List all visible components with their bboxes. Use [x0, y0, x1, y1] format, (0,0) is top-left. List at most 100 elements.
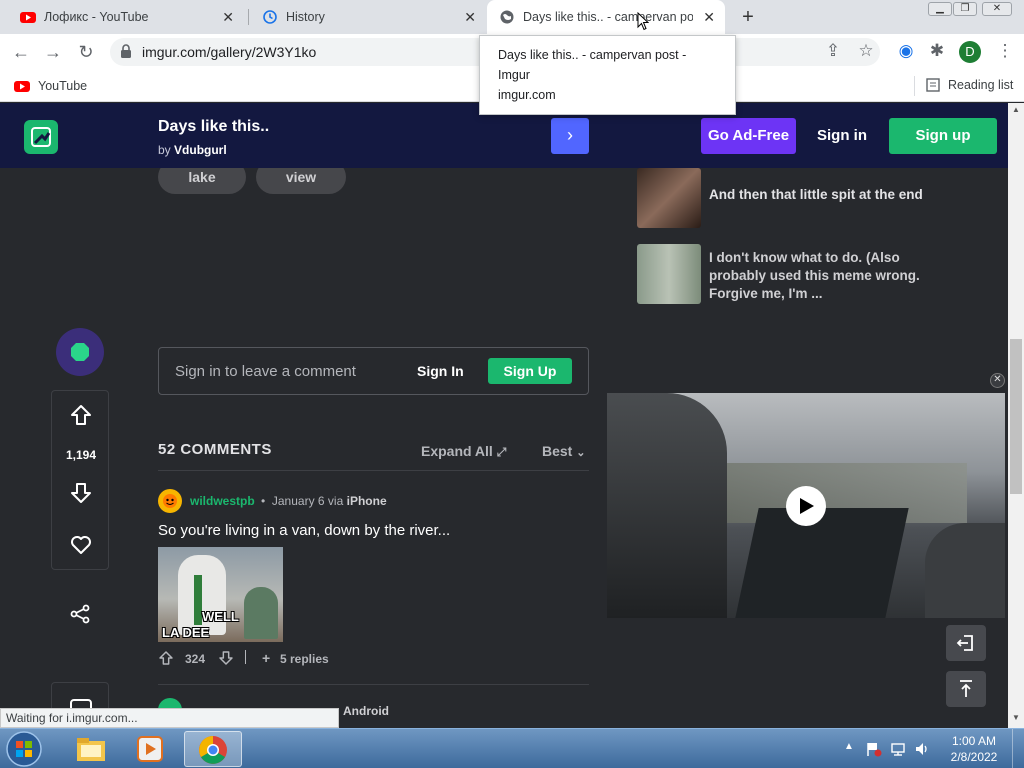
post-author[interactable]: Vdubgurl	[174, 143, 227, 157]
taskbar-media-player[interactable]	[122, 731, 180, 767]
tab-separator	[248, 9, 249, 25]
next-post-button[interactable]: ›	[551, 118, 589, 154]
tab-youtube[interactable]: Лофикс - YouTube ✕	[8, 0, 244, 34]
favorite-heart-icon[interactable]	[69, 533, 93, 557]
back-icon[interactable]: ←	[10, 41, 32, 63]
downvote-icon[interactable]	[218, 650, 234, 666]
comments-count: 52 COMMENTS	[158, 441, 272, 458]
comment-placeholder[interactable]: Sign in to leave a comment	[175, 363, 356, 380]
scroll-up-icon[interactable]: ▲	[1012, 105, 1020, 114]
close-tab-icon[interactable]: ✕	[703, 9, 715, 26]
taskbar-file-explorer[interactable]	[62, 731, 120, 767]
tab-history[interactable]: History ✕	[250, 0, 486, 34]
downvote-icon[interactable]	[69, 481, 93, 505]
volume-icon[interactable]	[914, 741, 930, 757]
go-ad-free-button[interactable]: Go Ad-Free	[701, 118, 796, 154]
upvote-icon[interactable]	[69, 403, 93, 427]
related-post[interactable]: And then that little spit at the end	[637, 168, 977, 228]
upvote-icon[interactable]	[158, 650, 174, 666]
share-icon[interactable]	[68, 602, 92, 626]
bookmark-youtube[interactable]: YouTube	[14, 78, 87, 94]
tab-strip: Лофикс - YouTube ✕ History ✕ Days like t…	[0, 0, 1024, 34]
tag-lake[interactable]: lake	[158, 168, 246, 194]
windows-taskbar: ▲ 1:00 AM 2/8/2022	[0, 728, 1024, 768]
replies-link[interactable]: 5 replies	[280, 652, 329, 666]
maximize-button[interactable]: ❐	[953, 2, 977, 16]
comment-platform: Android	[343, 704, 389, 718]
comment-username[interactable]: wildwestpb	[190, 494, 255, 508]
close-window-button[interactable]: ✕	[982, 2, 1012, 16]
divider	[158, 470, 589, 471]
close-video-icon[interactable]: ✕	[990, 373, 1005, 388]
lock-icon	[121, 44, 131, 58]
post-author-line: by Vdubgurl	[158, 143, 227, 157]
clock-date: 2/8/2022	[950, 750, 998, 764]
reading-list-button[interactable]: Reading list	[926, 78, 1013, 92]
page-scrollbar[interactable]: ▲ ▼	[1008, 103, 1024, 728]
media-player-icon	[137, 736, 163, 762]
action-center-flag-icon[interactable]	[866, 741, 882, 757]
extensions-puzzle-icon[interactable]: ✱	[926, 41, 948, 61]
comment-upvote-count: 324	[185, 652, 206, 666]
sign-up-button[interactable]: Sign up	[889, 118, 997, 154]
profile-avatar[interactable]: D	[959, 41, 981, 63]
expand-replies-icon[interactable]: +	[262, 650, 270, 666]
extension-icon[interactable]: ◉	[895, 41, 917, 61]
sort-label: Best	[542, 443, 573, 459]
scroll-thumb[interactable]	[1010, 339, 1022, 494]
divider	[158, 684, 589, 685]
tooltip-domain: imgur.com	[498, 88, 556, 102]
comment-box: Sign in to leave a comment Sign In Sign …	[158, 347, 589, 395]
vote-count: 1,194	[65, 448, 97, 462]
minimize-button[interactable]: ▁	[928, 2, 952, 16]
close-tab-icon[interactable]: ✕	[222, 9, 234, 26]
history-icon	[263, 10, 277, 24]
start-button[interactable]	[4, 730, 44, 768]
comment-sign-up-button[interactable]: Sign Up	[488, 358, 572, 384]
system-clock[interactable]: 1:00 AM 2/8/2022	[944, 733, 1004, 765]
exit-player-button[interactable]	[946, 625, 986, 661]
avatar[interactable]	[158, 489, 182, 513]
tab-title: History	[286, 10, 325, 24]
gif-caption: LA DEE	[162, 625, 210, 640]
gif-tie	[194, 575, 202, 625]
exit-icon	[956, 635, 973, 651]
comment-platform: iPhone	[346, 494, 387, 508]
floating-video-player[interactable]	[607, 393, 1005, 618]
expand-icon: ⤢	[496, 445, 507, 459]
network-icon[interactable]	[890, 741, 906, 757]
sort-dropdown[interactable]: Best ⌄	[542, 443, 585, 459]
taskbar-chrome[interactable]	[184, 731, 242, 767]
comment-gif[interactable]: WELL LA DEE	[158, 547, 283, 642]
menu-dots-icon[interactable]: ⋮	[994, 41, 1016, 61]
by-prefix: by	[158, 143, 171, 157]
tag-view[interactable]: view	[256, 168, 346, 194]
sign-in-button[interactable]: Sign in	[812, 118, 872, 154]
back-to-top-button[interactable]	[946, 671, 986, 707]
post-title: Days like this..	[158, 118, 270, 135]
bookmark-star-icon[interactable]: ☆	[855, 41, 877, 61]
globe-icon	[500, 10, 514, 24]
folder-icon	[77, 738, 105, 761]
forward-icon[interactable]: →	[42, 41, 64, 63]
related-post[interactable]: I don't know what to do. (Also probably …	[637, 243, 977, 307]
tab-imgur[interactable]: Days like this.. - campervan post ✕	[487, 0, 725, 34]
vote-panel: 1,194	[51, 390, 109, 570]
imgur-logo-icon	[31, 127, 51, 147]
expand-all-button[interactable]: Expand All ⤢	[421, 443, 506, 460]
show-desktop-button[interactable]	[1012, 729, 1024, 768]
related-title: I don't know what to do. (Also probably …	[709, 250, 920, 301]
imgur-logo[interactable]	[24, 120, 58, 154]
tray-expand-icon[interactable]: ▲	[844, 741, 860, 757]
close-tab-icon[interactable]: ✕	[464, 9, 476, 26]
new-tab-button[interactable]: +	[738, 6, 758, 29]
emerald-badge[interactable]	[56, 328, 104, 376]
scroll-down-icon[interactable]: ▼	[1012, 713, 1020, 722]
comment-via: via	[327, 494, 344, 508]
reading-list-label: Reading list	[948, 78, 1014, 92]
reload-icon[interactable]: ↻	[75, 41, 97, 63]
share-page-icon[interactable]: ⇪	[822, 41, 844, 61]
play-button[interactable]	[786, 486, 826, 526]
comment-sign-in-button[interactable]: Sign In	[417, 363, 464, 379]
expand-all-label: Expand All	[421, 443, 493, 459]
